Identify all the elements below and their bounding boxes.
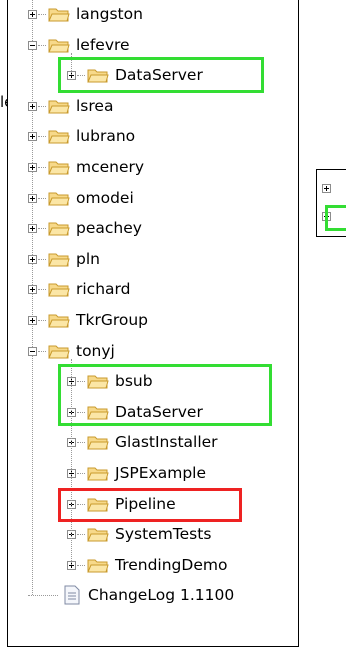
highlight-box-green <box>58 57 264 94</box>
tree-folder-row[interactable] <box>8 2 288 26</box>
tree-folder-row[interactable] <box>8 124 288 148</box>
tree-folder-row[interactable] <box>8 155 288 179</box>
tree-folder-row[interactable] <box>8 522 288 546</box>
tree-folder-row[interactable] <box>8 430 288 454</box>
expand-toggle-icon[interactable] <box>322 184 331 193</box>
file-tree-panel: langston lefevre DataServer lsrea lubrano mce… <box>7 0 299 647</box>
tree-folder-row[interactable] <box>8 247 288 271</box>
tree-folder-row[interactable] <box>8 33 288 57</box>
tree-folder-row[interactable] <box>8 94 288 118</box>
highlight-box-red <box>58 487 242 522</box>
tree-folder-row[interactable] <box>8 308 288 332</box>
tree-folder-row[interactable] <box>8 186 288 210</box>
tree-folder-row[interactable] <box>8 277 288 301</box>
tree-folder-row[interactable] <box>8 339 288 363</box>
tree-folder-row[interactable] <box>8 461 288 485</box>
tree-folder-row[interactable] <box>8 216 288 240</box>
tree-folder-row[interactable] <box>8 553 288 577</box>
highlight-box-green <box>325 205 346 231</box>
tree-file-row[interactable] <box>8 583 288 607</box>
highlight-box-green <box>58 364 272 427</box>
